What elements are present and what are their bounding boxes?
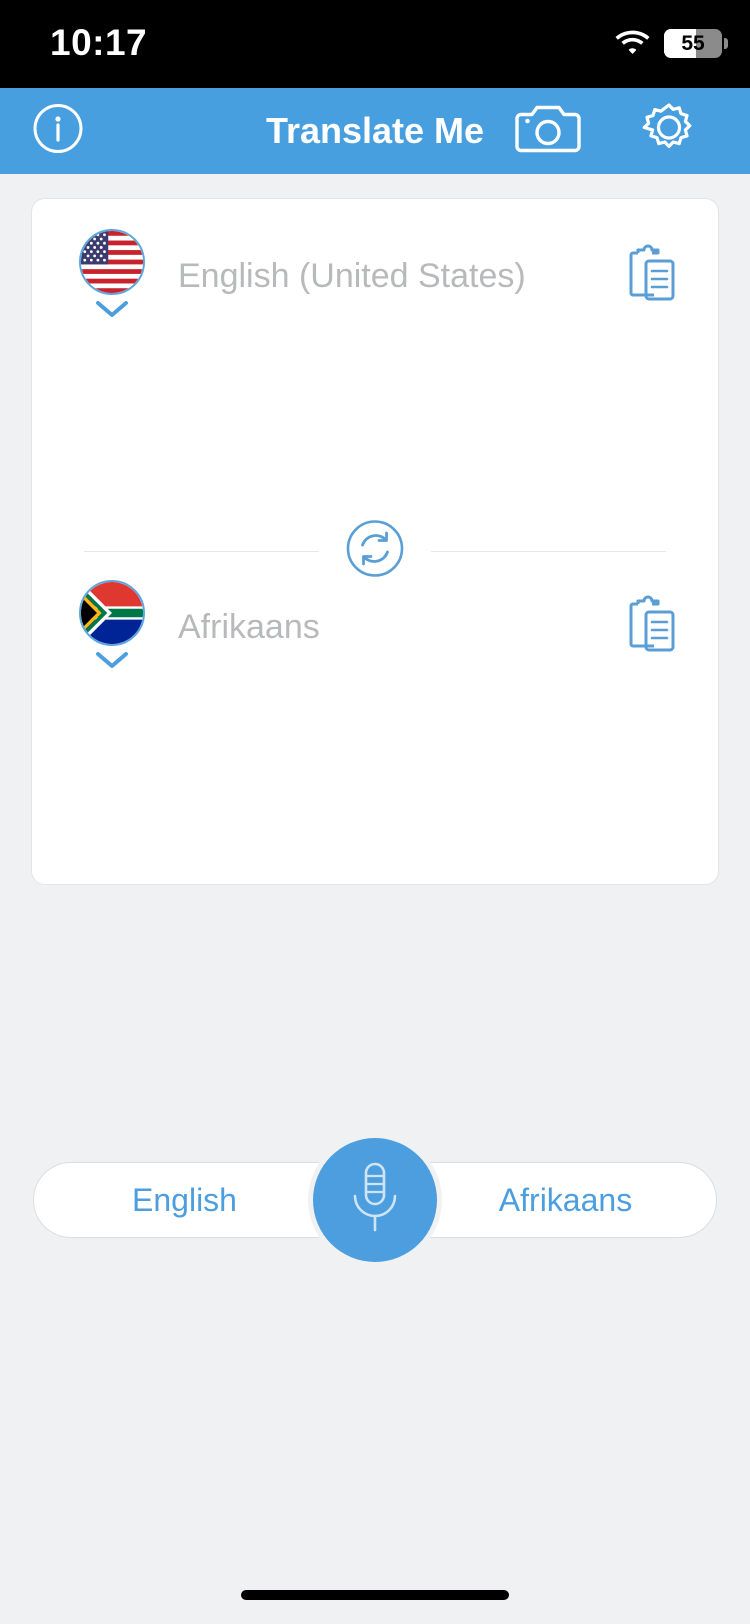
status-bar: 10:17 55 (0, 0, 750, 88)
target-language-row: Afrikaans (32, 579, 718, 675)
home-indicator (241, 1590, 509, 1600)
swap-languages-icon[interactable] (343, 516, 407, 586)
wifi-icon (615, 28, 650, 59)
target-language-selector[interactable] (66, 579, 158, 675)
battery-percent-label: 55 (681, 32, 705, 55)
translation-card: English (United States) Afrikaans (31, 198, 719, 885)
microphone-button[interactable] (313, 1138, 437, 1262)
flag-south-africa-icon[interactable] (79, 579, 145, 646)
source-language-row: English (United States) (32, 228, 718, 324)
divider-right (431, 551, 666, 552)
chevron-down-icon[interactable] (94, 299, 130, 324)
swap-divider-row (32, 516, 718, 586)
microphone-icon (346, 1160, 404, 1241)
status-bar-indicators: 55 (615, 28, 728, 59)
source-language-selector[interactable] (66, 228, 158, 324)
gear-icon[interactable] (639, 99, 699, 164)
app-screen: 10:17 55 Translate Me English (United St… (0, 0, 750, 1624)
battery-cap (724, 38, 728, 49)
flag-united-states-icon[interactable] (79, 228, 145, 295)
source-copy-icon[interactable] (624, 243, 680, 310)
camera-icon[interactable] (515, 101, 581, 162)
battery-indicator: 55 (664, 29, 728, 58)
divider-left (84, 551, 319, 552)
chevron-down-icon[interactable] (94, 650, 130, 675)
target-language-label: Afrikaans (178, 607, 320, 646)
target-copy-icon[interactable] (624, 594, 680, 661)
status-bar-clock: 10:17 (50, 22, 148, 63)
source-language-label: English (United States) (178, 256, 526, 295)
page-title: Translate Me (265, 110, 485, 151)
app-header: Translate Me (0, 88, 750, 174)
